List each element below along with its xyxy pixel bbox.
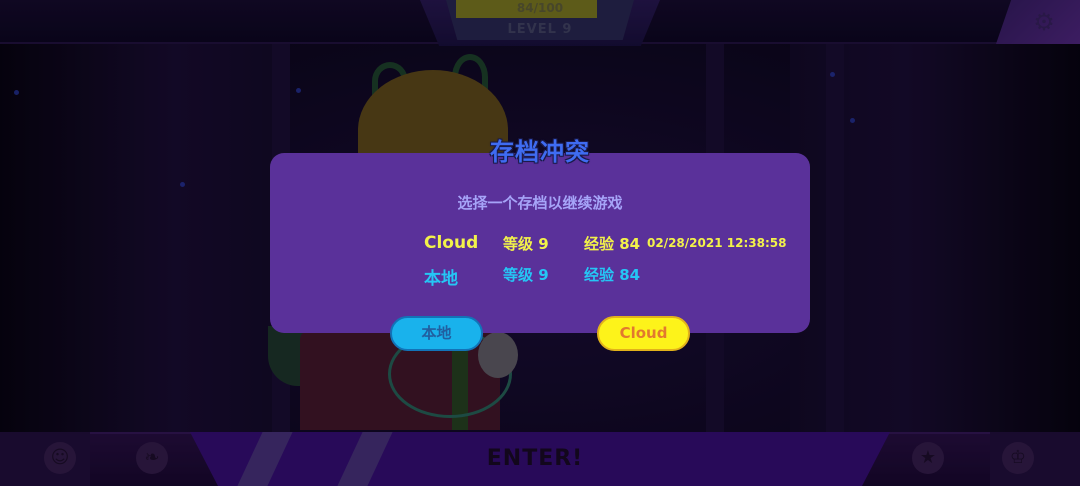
local-save-row: 本地 等级 9 经验 84 [0,264,1080,289]
choose-cloud-button[interactable]: Cloud [597,316,690,351]
dialog-subtitle: 选择一个存档以继续游戏 [457,194,623,212]
cloud-save-row: Cloud 等级 9 经验 84 02/28/2021 12:38:58 [0,233,1080,255]
local-save-exp: 经验 84 [584,266,641,284]
cloud-save-timestamp: 02/28/2021 12:38:58 [647,236,787,250]
local-save-source: 本地 [424,269,458,289]
cloud-save-exp: 经验 84 [584,235,641,253]
choose-local-button[interactable]: 本地 [390,316,483,351]
local-save-level: 等级 9 [503,266,549,284]
cloud-save-source: Cloud [424,233,479,253]
cloud-save-level: 等级 9 [503,235,549,253]
dialog-title: 存档冲突 [490,138,590,166]
